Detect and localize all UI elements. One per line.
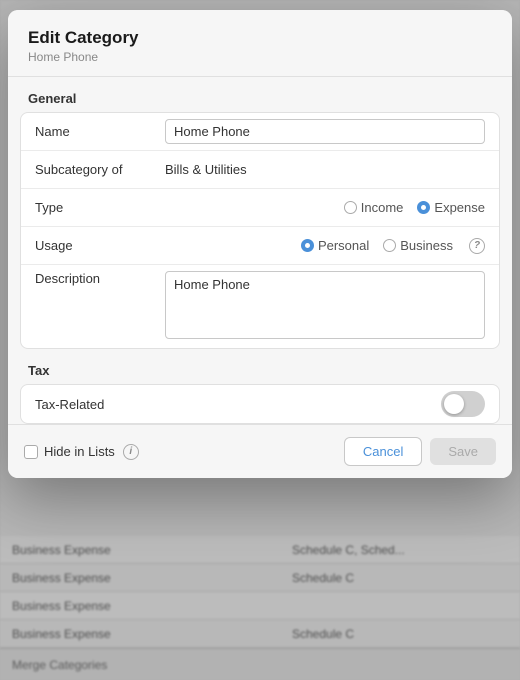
description-label: Description (35, 271, 165, 286)
description-textarea[interactable]: Home Phone (165, 271, 485, 339)
subcategory-label: Subcategory of (35, 162, 165, 177)
name-row: Name (21, 113, 499, 151)
modal-subtitle: Home Phone (28, 50, 492, 64)
usage-business-option[interactable]: Business (383, 238, 453, 253)
name-input[interactable] (165, 119, 485, 144)
modal-footer: Hide in Lists i Cancel Save (8, 424, 512, 478)
subcategory-value: Bills & Utilities (165, 162, 485, 177)
usage-business-label: Business (400, 238, 453, 253)
type-expense-label: Expense (434, 200, 485, 215)
usage-label: Usage (35, 238, 165, 253)
modal-title: Edit Category (28, 28, 492, 48)
name-value (165, 119, 485, 144)
usage-personal-radio[interactable] (301, 239, 314, 252)
tax-form-card: Tax-Related (20, 384, 500, 424)
modal-header: Edit Category Home Phone (8, 10, 512, 77)
general-form-card: Name Subcategory of Bills & Utilities Ty… (20, 112, 500, 349)
description-row: Description Home Phone (21, 265, 499, 348)
hide-in-lists-container[interactable]: Hide in Lists i (24, 444, 139, 460)
type-income-radio[interactable] (344, 201, 357, 214)
subcategory-text: Bills & Utilities (165, 162, 247, 177)
tax-related-label: Tax-Related (35, 397, 165, 412)
save-button[interactable]: Save (430, 438, 496, 465)
usage-personal-label: Personal (318, 238, 369, 253)
tax-related-toggle[interactable] (441, 391, 485, 417)
usage-radio-group: Personal Business ? (165, 238, 485, 254)
type-radio-group: Income Expense (165, 200, 485, 215)
hide-in-lists-checkbox[interactable] (24, 445, 38, 459)
tax-section-label: Tax (8, 349, 512, 384)
type-options: Income Expense (165, 200, 485, 215)
type-income-option[interactable]: Income (344, 200, 404, 215)
description-value: Home Phone (165, 271, 485, 342)
hide-in-lists-label: Hide in Lists (44, 444, 115, 459)
usage-business-radio[interactable] (383, 239, 396, 252)
type-row: Type Income Expense (21, 189, 499, 227)
type-expense-radio[interactable] (417, 201, 430, 214)
edit-category-modal: Edit Category Home Phone General Name Su… (8, 10, 512, 478)
type-expense-option[interactable]: Expense (417, 200, 485, 215)
usage-options: Personal Business ? (165, 238, 485, 254)
type-label: Type (35, 200, 165, 215)
usage-personal-option[interactable]: Personal (301, 238, 369, 253)
general-section-label: General (8, 77, 512, 112)
tax-related-row: Tax-Related (21, 385, 499, 423)
modal-body: General Name Subcategory of Bills & Util… (8, 77, 512, 424)
cancel-button[interactable]: Cancel (344, 437, 422, 466)
tax-related-toggle-container (165, 391, 485, 417)
usage-help-icon[interactable]: ? (469, 238, 485, 254)
usage-row: Usage Personal Business ? (21, 227, 499, 265)
type-income-label: Income (361, 200, 404, 215)
name-label: Name (35, 124, 165, 139)
hide-in-lists-info-icon[interactable]: i (123, 444, 139, 460)
toggle-thumb (444, 394, 464, 414)
subcategory-row: Subcategory of Bills & Utilities (21, 151, 499, 189)
